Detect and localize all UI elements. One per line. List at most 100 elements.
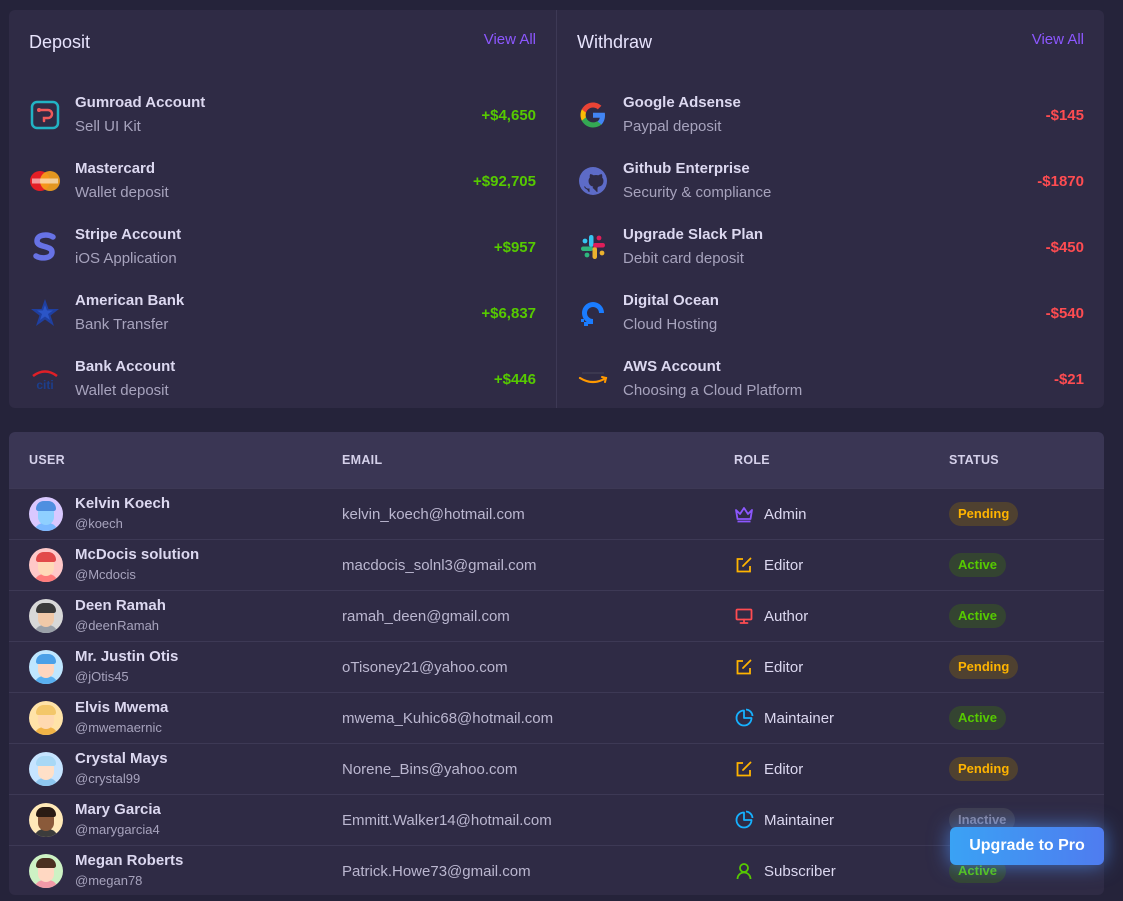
deposit-item-name: American Bank — [75, 292, 185, 309]
pie-chart-icon — [735, 810, 754, 829]
citi-bank-icon: citi — [29, 363, 61, 395]
deposit-item[interactable]: American Bank Bank Transfer +$6,837 — [29, 280, 536, 346]
svg-text:citi: citi — [36, 378, 53, 391]
mastercard-icon — [29, 165, 61, 197]
stripe-icon — [29, 231, 61, 263]
google-icon — [577, 99, 609, 131]
user-email: mwema_Kuhic68@hotmail.com — [342, 709, 554, 727]
withdraw-section: Withdraw View All Google Adsense Paypal d… — [556, 10, 1104, 408]
monitor-icon — [735, 608, 753, 624]
deposit-header: Deposit View All — [29, 10, 536, 82]
withdraw-item[interactable]: AWS Account Choosing a Cloud Platform -$2… — [577, 346, 1084, 412]
deposit-item[interactable]: Mastercard Wallet deposit +$92,705 — [29, 148, 536, 214]
edit-icon — [736, 761, 752, 777]
withdraw-item-name: Upgrade Slack Plan — [623, 226, 764, 243]
deposit-item-amount: +$957 — [493, 238, 536, 256]
table-row[interactable]: Elvis Mwema @mwemaernic mwema_Kuhic68@hot… — [9, 692, 1104, 743]
withdraw-item[interactable]: Github Enterprise Security & compliance -… — [577, 148, 1084, 214]
deposit-view-all-link[interactable]: View All — [484, 31, 536, 48]
withdraw-item-amount: -$1870 — [1037, 172, 1084, 190]
table-row[interactable]: Crystal Mays @crystal99 Norene_Bins@yahoo… — [9, 743, 1104, 794]
withdraw-item[interactable]: Digital Ocean Cloud Hosting -$540 — [577, 280, 1084, 346]
status-badge: Active — [949, 706, 1007, 730]
user-role: Editor — [764, 658, 804, 676]
avatar — [29, 650, 63, 684]
avatar — [29, 854, 63, 888]
deposit-item-sub: Wallet deposit — [75, 184, 169, 201]
withdraw-item-name: AWS Account — [623, 358, 721, 375]
user-email: Norene_Bins@yahoo.com — [342, 760, 518, 778]
deposit-item-name: Gumroad Account — [75, 94, 206, 111]
user-role: Maintainer — [764, 811, 835, 829]
american-bank-icon — [29, 297, 61, 329]
deposit-item-amount: +$6,837 — [481, 304, 536, 322]
header-email: EMAIL — [342, 453, 383, 467]
deposit-item[interactable]: Stripe Account iOS Application +$957 — [29, 214, 536, 280]
table-row[interactable]: Mr. Justin Otis @jOtis45 oTisoney21@yahoo… — [9, 641, 1104, 692]
withdraw-item-name: Github Enterprise — [623, 160, 750, 177]
avatar — [29, 752, 63, 786]
withdraw-item-sub: Cloud Hosting — [623, 316, 718, 333]
table-row[interactable]: Kelvin Koech @koech kelvin_koech@hotmail.… — [9, 488, 1104, 539]
status-badge: Pending — [949, 655, 1019, 679]
gumroad-icon — [29, 99, 61, 131]
deposit-item[interactable]: Gumroad Account Sell UI Kit +$4,650 — [29, 82, 536, 148]
deposit-item-sub: Sell UI Kit — [75, 118, 141, 135]
user-name: Mr. Justin Otis — [75, 648, 179, 665]
withdraw-item-sub: Security & compliance — [623, 184, 772, 201]
digital-ocean-icon — [577, 297, 609, 329]
status-badge: Active — [949, 604, 1007, 628]
deposit-item-sub: Bank Transfer — [75, 316, 169, 333]
user-email: ramah_deen@gmail.com — [342, 607, 510, 625]
header-user: USER — [29, 453, 65, 467]
pie-chart-icon — [735, 708, 754, 727]
user-name: Megan Roberts — [75, 852, 184, 869]
withdraw-item-sub: Choosing a Cloud Platform — [623, 382, 803, 399]
table-row[interactable]: Megan Roberts @megan78 Patrick.Howe73@gma… — [9, 845, 1104, 895]
deposit-item[interactable]: citi Bank Account Wallet deposit +$446 — [29, 346, 536, 412]
withdraw-view-all-link[interactable]: View All — [1032, 31, 1084, 48]
withdraw-title: Withdraw — [577, 32, 653, 52]
deposit-item-name: Mastercard — [75, 160, 156, 177]
table-header: USER EMAIL ROLE STATUS — [9, 432, 1104, 488]
deposit-item-amount: +$446 — [493, 370, 536, 388]
withdraw-item-amount: -$145 — [1045, 106, 1084, 124]
user-handle: @mwemaernic — [75, 720, 162, 735]
avatar — [29, 548, 63, 582]
edit-icon — [736, 557, 752, 573]
user-handle: @marygarcia4 — [75, 822, 160, 837]
user-handle: @koech — [75, 516, 123, 531]
slack-icon — [577, 231, 609, 263]
user-handle: @jOtis45 — [75, 669, 129, 684]
withdraw-item-name: Google Adsense — [623, 94, 741, 111]
deposit-item-name: Bank Account — [75, 358, 176, 375]
deposit-item-amount: +$92,705 — [473, 172, 536, 190]
table-row[interactable]: Mary Garcia @marygarcia4 Emmitt.Walker14@… — [9, 794, 1104, 845]
user-role: Admin — [764, 505, 807, 523]
user-email: kelvin_koech@hotmail.com — [342, 505, 525, 523]
withdraw-item-sub: Paypal deposit — [623, 118, 722, 135]
user-name: Mary Garcia — [75, 801, 161, 818]
deposit-title: Deposit — [29, 32, 91, 52]
upgrade-to-pro-button[interactable]: Upgrade to Pro — [950, 827, 1104, 865]
user-role: Editor — [764, 556, 804, 574]
deposit-item-sub: Wallet deposit — [75, 382, 169, 399]
user-handle: @crystal99 — [75, 771, 141, 786]
avatar — [29, 701, 63, 735]
user-email: Patrick.Howe73@gmail.com — [342, 862, 531, 880]
user-email: oTisoney21@yahoo.com — [342, 658, 508, 676]
user-name: Crystal Mays — [75, 750, 168, 767]
deposit-item-sub: iOS Application — [75, 250, 177, 267]
withdraw-item-sub: Debit card deposit — [623, 250, 744, 267]
page: Deposit View All Gumroad Account Sell UI … — [0, 0, 1123, 901]
user-role: Maintainer — [764, 709, 835, 727]
user-role: Author — [764, 607, 809, 625]
withdraw-item[interactable]: Upgrade Slack Plan Debit card deposit -$4… — [577, 214, 1084, 280]
withdraw-item[interactable]: Google Adsense Paypal deposit -$145 — [577, 82, 1084, 148]
edit-icon — [736, 659, 752, 675]
table-row[interactable]: McDocis solution @Mcdocis macdocis_solnl3… — [9, 539, 1104, 590]
withdraw-item-name: Digital Ocean — [623, 292, 719, 309]
user-email: macdocis_solnl3@gmail.com — [342, 556, 537, 574]
avatar — [29, 497, 63, 531]
table-row[interactable]: Deen Ramah @deenRamah ramah_deen@gmail.co… — [9, 590, 1104, 641]
